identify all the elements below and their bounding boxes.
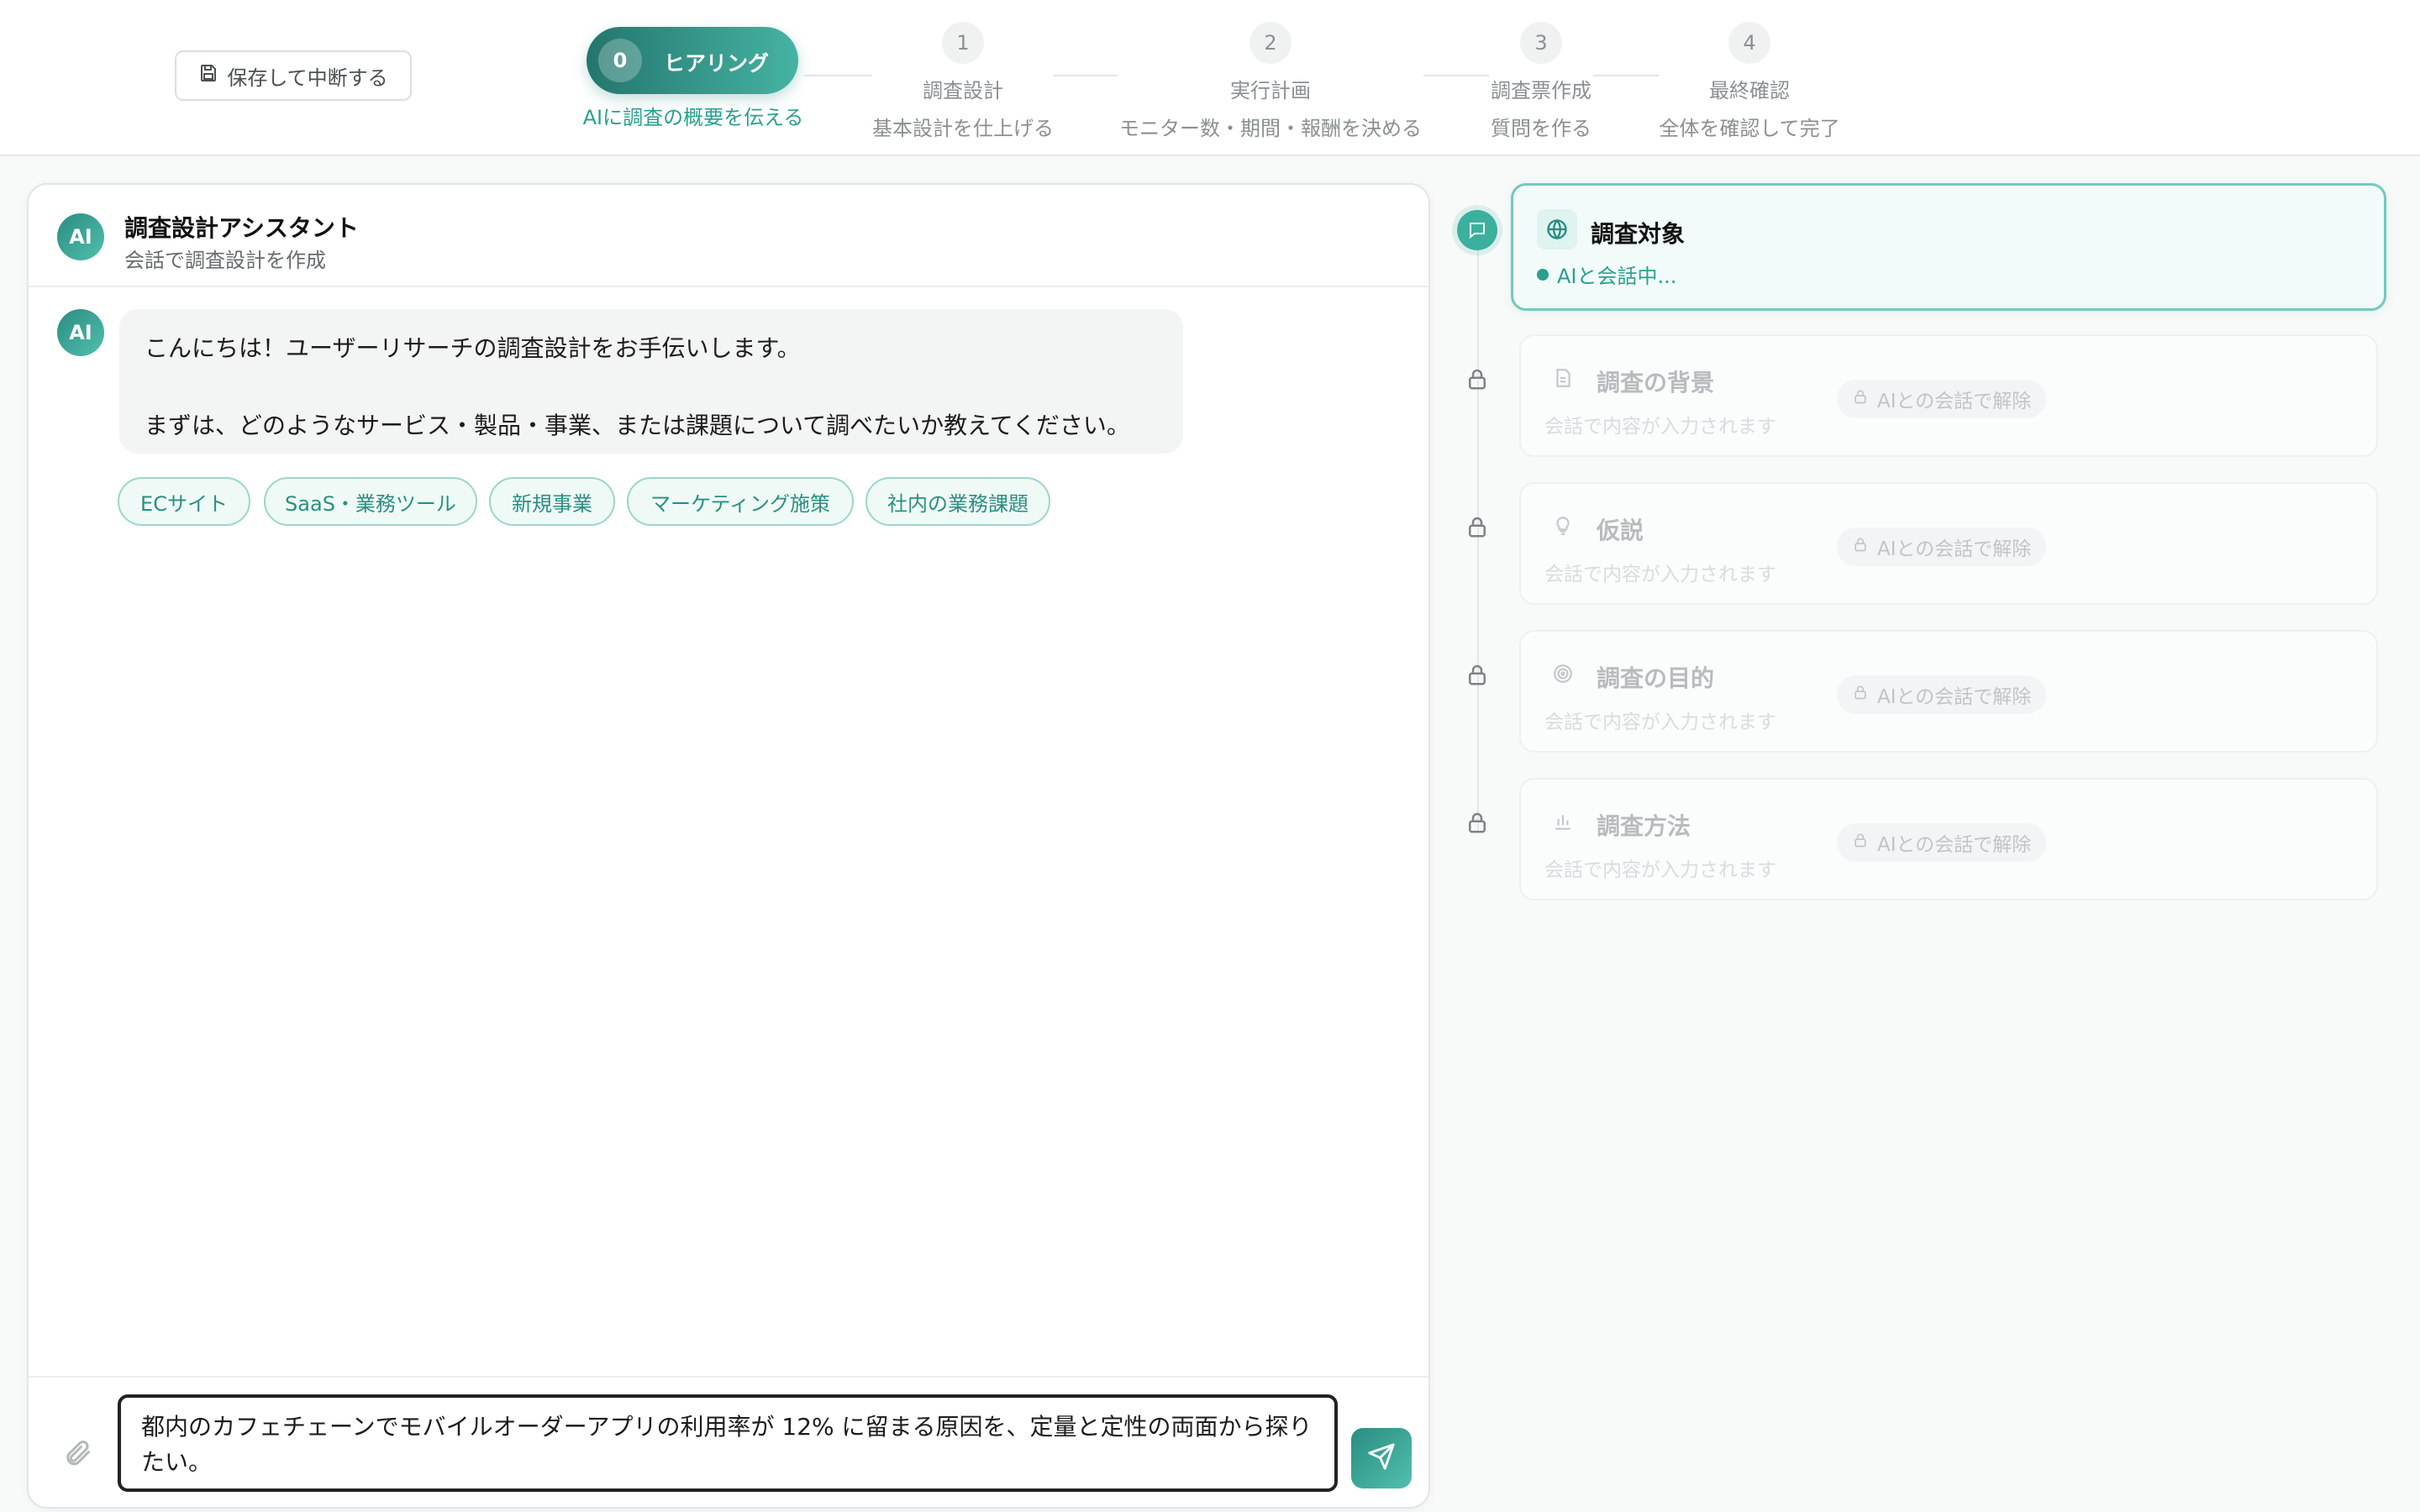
step-title: 実行計画 — [1230, 79, 1311, 102]
badge-text: AIとの会話で解除 — [1877, 538, 2032, 560]
section-placeholder: 会話で内容が入力されます — [1544, 564, 1776, 585]
section-title: 調査の目的 — [1597, 664, 1715, 692]
status-dot — [1537, 268, 1549, 281]
lock-icon — [1852, 388, 1869, 410]
ai-avatar: AI — [57, 309, 104, 356]
step-execution-plan[interactable]: 2 実行計画 モニター数・期間・報酬を決める — [1118, 22, 1423, 141]
step-subtitle: モニター数・期間・報酬を決める — [1119, 117, 1422, 140]
suggestion-chip[interactable]: SaaS・業務ツール — [264, 477, 477, 526]
section-title: 調査対象 — [1591, 220, 1686, 248]
badge-text: AIとの会話で解除 — [1877, 391, 2032, 412]
step-title: 調査票作成 — [1491, 79, 1591, 102]
section-placeholder: 会話で内容が入力されます — [1544, 711, 1776, 733]
step-questionnaire[interactable]: 3 調査票作成 質問を作る — [1489, 22, 1593, 141]
lightbulb-icon — [1544, 507, 1581, 544]
suggestion-chip[interactable]: ECサイト — [118, 477, 250, 526]
step-connector — [1593, 75, 1659, 76]
suggestion-chip[interactable]: 新規事業 — [489, 477, 615, 526]
document-icon — [1544, 360, 1581, 396]
section-placeholder: 会話で内容が入力されます — [1544, 859, 1776, 881]
unlock-badge: AIとの会話で解除 — [1837, 528, 2047, 566]
step-number: 3 — [1520, 22, 1562, 64]
unlock-badge: AIとの会話で解除 — [1837, 675, 2047, 714]
step-subtitle: 質問を作る — [1491, 117, 1591, 140]
status-text: AIと会話中... — [1557, 265, 1677, 288]
message-line: まずは、どのようなサービス・製品・事業、または課題について調べたいか教えてくださ… — [145, 412, 1130, 439]
suggestion-chip[interactable]: マーケティング施策 — [627, 477, 854, 526]
send-icon — [1367, 1442, 1396, 1474]
lock-icon — [1465, 366, 1490, 391]
send-button[interactable] — [1351, 1428, 1412, 1488]
section-card-method: 調査方法 会話で内容が入力されます AIとの会話で解除 — [1519, 778, 2378, 900]
target-icon — [1544, 655, 1581, 692]
unlock-badge: AIとの会話で解除 — [1837, 380, 2047, 418]
step-title: 調査設計 — [923, 79, 1003, 102]
section-card-survey-target[interactable]: 調査対象 AIと会話中... — [1511, 183, 2386, 311]
step-final-check[interactable]: 4 最終確認 全体を確認して完了 — [1659, 22, 1840, 141]
lock-icon — [1465, 514, 1490, 539]
step-number: 0 — [598, 39, 642, 82]
save-button-label: 保存して中断する — [227, 66, 388, 90]
bar-chart-icon — [1544, 803, 1581, 840]
step-title: 最終確認 — [1709, 79, 1790, 102]
divider — [29, 1376, 1428, 1378]
divider — [29, 286, 1428, 287]
chat-title: 調査設計アシスタント — [124, 214, 359, 242]
message-line: こんにちは！ユーザーリサーチの調査設計をお手伝いします。 — [145, 334, 801, 362]
suggestion-chip[interactable]: 社内の業務課題 — [865, 477, 1050, 526]
lock-icon — [1852, 832, 1869, 853]
lock-icon — [1852, 536, 1869, 558]
section-card-purpose: 調査の目的 会話で内容が入力されます AIとの会話で解除 — [1519, 630, 2378, 753]
ai-avatar: AI — [57, 213, 104, 260]
section-title: 仮説 — [1597, 517, 1644, 544]
message-input[interactable]: 都内のカフェチェーンでモバイルオーダーアプリの利用率が 12% に留まる原因を、… — [118, 1394, 1338, 1492]
section-card-hypothesis: 仮説 会話で内容が入力されます AIとの会話で解除 — [1519, 482, 2378, 605]
ai-message-bubble: こんにちは！ユーザーリサーチの調査設計をお手伝いします。 まずは、どのようなサー… — [119, 309, 1183, 454]
step-connector — [1423, 75, 1489, 76]
chat-subtitle: 会話で調査設計を作成 — [124, 249, 326, 272]
section-title: 調査方法 — [1597, 812, 1691, 840]
step-number: 4 — [1728, 22, 1770, 64]
step-subtitle: 基本設計を仕上げる — [872, 117, 1054, 140]
section-title: 調査の背景 — [1597, 369, 1715, 396]
step-label: ヒアリング — [664, 51, 770, 76]
lock-icon — [1852, 684, 1869, 706]
step-connector — [1054, 75, 1118, 76]
section-card-background: 調査の背景 会話で内容が入力されます AIとの会話で解除 — [1519, 334, 2378, 457]
chat-panel: AI 調査設計アシスタント 会話で調査設計を作成 AI こんにちは！ユーザーリサ… — [27, 183, 1430, 1509]
step-number: 2 — [1249, 22, 1292, 64]
step-survey-design[interactable]: 1 調査設計 基本設計を仕上げる — [872, 22, 1054, 141]
step-connector — [803, 75, 872, 76]
step-hearing-active[interactable]: 0 ヒアリング — [587, 27, 798, 94]
save-icon — [198, 63, 218, 88]
globe-icon — [1537, 209, 1577, 249]
step-number: 1 — [942, 22, 984, 64]
step-subtitle: 全体を確認して完了 — [1659, 117, 1840, 140]
paperclip-icon[interactable] — [62, 1436, 96, 1473]
section-placeholder: 会話で内容が入力されます — [1544, 416, 1776, 438]
badge-text: AIとの会話で解除 — [1877, 686, 2032, 708]
chat-bubble-icon — [1457, 210, 1497, 250]
unlock-badge: AIとの会話で解除 — [1837, 823, 2047, 862]
step-subtitle: AIに調査の概要を伝える — [582, 106, 804, 129]
section-status: AIと会話中... — [1537, 260, 1676, 289]
lock-icon — [1465, 810, 1490, 835]
save-and-pause-button[interactable]: 保存して中断する — [175, 50, 412, 101]
badge-text: AIとの会話で解除 — [1877, 834, 2032, 856]
lock-icon — [1465, 662, 1490, 687]
